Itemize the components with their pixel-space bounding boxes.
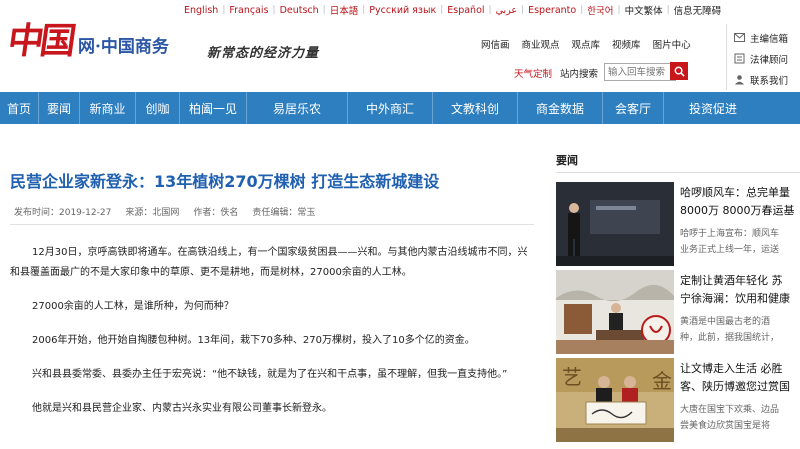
- header-side-links: 主编信箱 法律顾问 联系我们: [734, 27, 788, 90]
- article-paragraph: 12月30日，京呼高铁即将通车。在高铁沿线上，有一个国家级贫困县——兴和。与其他…: [10, 247, 528, 278]
- nav-item[interactable]: 投资促进: [664, 92, 762, 124]
- language-link[interactable]: Français: [225, 5, 272, 16]
- search-label: 站内搜索: [560, 69, 599, 80]
- language-link[interactable]: Русский язык: [365, 5, 440, 16]
- nav-item[interactable]: 新商业: [80, 92, 136, 124]
- publish-date: 发布时间：2019-12-27: [14, 208, 112, 218]
- nav-item[interactable]: 柏阖一见: [180, 92, 247, 124]
- news-title[interactable]: 让文博走入生活 必胜 客、陕历博邀您过赏国: [680, 360, 800, 396]
- language-link[interactable]: Deutsch: [276, 5, 323, 16]
- side-link-label: 联系我们: [750, 75, 789, 87]
- weather-link[interactable]: 天气定制: [514, 66, 552, 80]
- article-author: 作者：佚名: [193, 208, 239, 218]
- person-icon: [735, 75, 744, 85]
- news-item[interactable]: 定制让黄酒年轻化 苏宁徐海澜：饮用和健康 黄酒是中国最古老的酒 种，此前，据我国统…: [556, 270, 800, 354]
- article-meta: 发布时间：2019-12-27 来源：北国网 作者：佚名 责任编辑：常玉: [14, 205, 329, 218]
- logo-mark: 中国: [5, 20, 75, 62]
- site-logo[interactable]: 中国 网·中国商务: [5, 20, 169, 62]
- logo-text: 网·中国商务: [78, 36, 169, 57]
- language-link[interactable]: Español: [443, 5, 488, 16]
- article-editor: 责任编辑：常玉: [252, 208, 316, 218]
- article-body: 12月30日，京呼高铁即将通车。在高铁沿线上，有一个国家级贫困县——兴和。与其他…: [10, 243, 530, 433]
- article-title: 民营企业家新登永：13年植树270万棵树 打造生态新城建设: [10, 172, 440, 191]
- article-paragraph: 他就是兴和县民营企业家、内蒙古兴永实业有限公司董事长新登永。: [32, 403, 332, 414]
- language-link[interactable]: 中文繁体: [621, 3, 667, 17]
- side-link-label: 法律顾问: [750, 54, 789, 66]
- svg-text:金: 金: [652, 369, 672, 393]
- language-link[interactable]: English: [180, 5, 222, 16]
- nav-item[interactable]: 易居乐农: [247, 92, 348, 124]
- nav-item[interactable]: 创咖: [136, 92, 180, 124]
- top-link[interactable]: 视频库: [612, 37, 641, 51]
- search-icon: [674, 66, 685, 77]
- article-source: 来源：北国网: [125, 208, 180, 218]
- legal-advisor-link[interactable]: 法律顾问: [734, 48, 788, 69]
- mail-icon: [734, 33, 745, 42]
- news-thumbnail[interactable]: 艺 金: [556, 358, 674, 442]
- top-links: 网信画 商业观点 观点库 视频库 图片中心: [481, 37, 703, 51]
- search-input[interactable]: [604, 63, 676, 81]
- nav-item[interactable]: 文教科创: [433, 92, 518, 124]
- news-item[interactable]: 艺 金 让文博走入生活 必胜 客、陕历博邀您过赏国 大唐在国宝下欢乘、边品 尝美食边…: [556, 358, 800, 442]
- search-button[interactable]: [670, 62, 688, 80]
- nav-item[interactable]: 中外商汇: [348, 92, 433, 124]
- site-slogan: 新常态的经济力量: [207, 46, 320, 61]
- news-title[interactable]: 哈啰顺风车：总完单量 8000万 8000万春运基: [680, 184, 800, 220]
- side-link-label: 主编信箱: [750, 33, 789, 45]
- main-nav: 首页 要闻 新商业 创咖 柏阖一见 易居乐农 中外商汇 文教科创 商金数据 会客厅 投资促进: [0, 92, 800, 124]
- language-link[interactable]: 日本語: [326, 3, 363, 17]
- sidebar-title: 要闻: [556, 154, 578, 167]
- news-item[interactable]: 哈啰顺风车：总完单量 8000万 8000万春运基 哈啰于上海宣布：顺风车 业务正式…: [556, 182, 800, 266]
- svg-text:艺: 艺: [562, 365, 582, 389]
- article-paragraph: 2006年开始，他开始自掏腰包种树。13年间，栽下70多种、270万棵树，投入了…: [32, 335, 475, 346]
- news-thumbnail[interactable]: [556, 182, 674, 266]
- header-divider: [726, 24, 727, 90]
- news-summary: 大唐在国宝下欢乘、边品 尝美食边欣赏国宝是将: [680, 405, 780, 431]
- language-link[interactable]: 信息无障碍: [670, 3, 726, 17]
- article-paragraph: 兴和县县委常委、县委办主任于宏亮说：“他不缺钱，就是为了在兴和干点事，虽不理解，…: [32, 369, 508, 380]
- nav-item[interactable]: 首页: [0, 92, 39, 124]
- title-divider: [10, 224, 534, 225]
- top-link[interactable]: 网信画: [481, 37, 510, 51]
- news-title[interactable]: 定制让黄酒年轻化 苏宁徐海澜：饮用和健康: [680, 272, 800, 308]
- language-link[interactable]: عربي: [492, 5, 521, 16]
- nav-item[interactable]: 要闻: [39, 92, 80, 124]
- news-thumbnail[interactable]: [556, 270, 674, 354]
- article-paragraph: 27000余亩的人工林，是谁所种，为何而种？: [32, 301, 234, 312]
- language-bar: English | Français | Deutsch | 日本語 | Русский язы…: [180, 0, 725, 20]
- language-link[interactable]: Esperanto: [524, 5, 580, 16]
- top-link[interactable]: 观点库: [572, 37, 601, 51]
- nav-item[interactable]: 会客厅: [603, 92, 664, 124]
- top-link[interactable]: 图片中心: [653, 37, 691, 51]
- news-summary: 哈啰于上海宣布：顺风车 业务正式上线一年，运送: [680, 229, 780, 255]
- top-link[interactable]: 商业观点: [522, 37, 560, 51]
- sidebar-divider: [556, 172, 800, 173]
- editor-mailbox-link[interactable]: 主编信箱: [734, 27, 788, 48]
- language-link[interactable]: 한국어: [583, 3, 617, 17]
- contact-link[interactable]: 联系我们: [734, 69, 788, 90]
- news-summary: 黄酒是中国最古老的酒 种，此前，据我国统计，: [680, 317, 780, 343]
- legal-icon: [734, 53, 745, 64]
- nav-item[interactable]: 商金数据: [518, 92, 603, 124]
